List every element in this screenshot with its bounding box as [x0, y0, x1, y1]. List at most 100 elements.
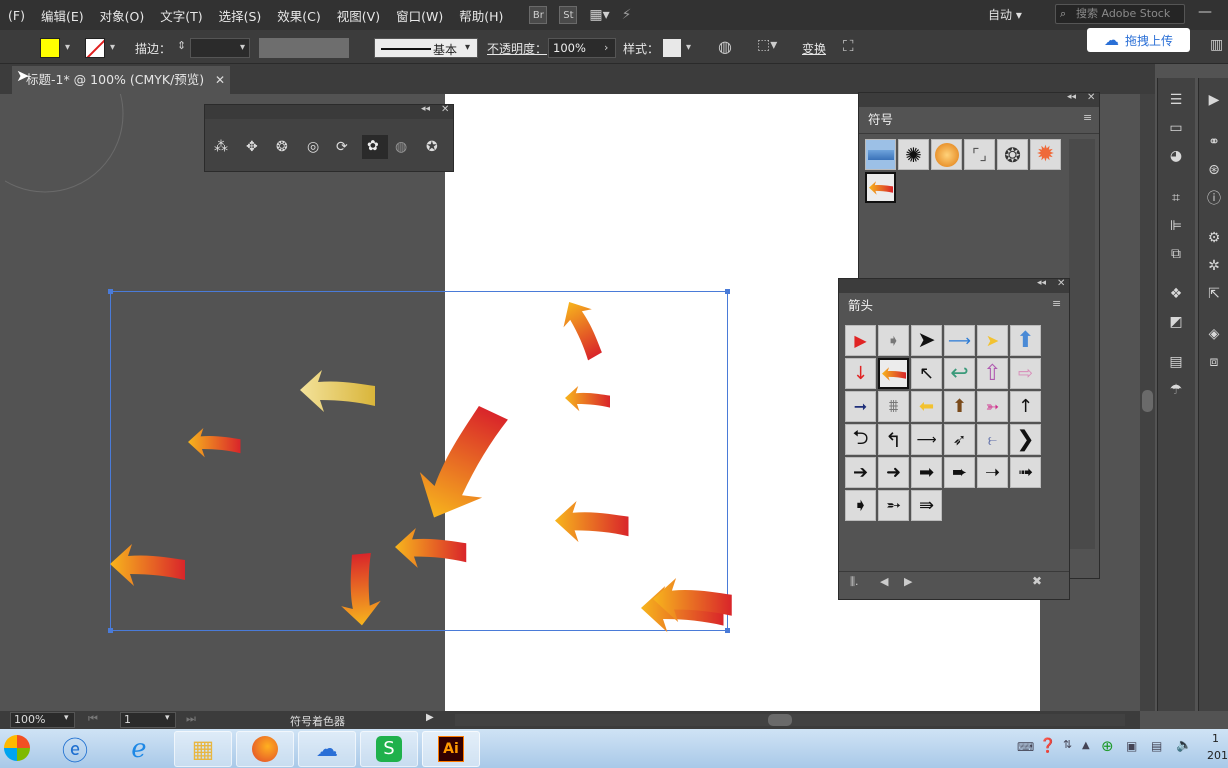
symbol-frame[interactable]: ⌜⌟ [964, 139, 995, 170]
taskbar-wps[interactable]: S [360, 731, 418, 767]
arrow-weathervane[interactable]: ➶ [944, 424, 975, 455]
fill-color-swatch[interactable] [40, 38, 60, 58]
arrow-curved-up[interactable]: ↑ [1010, 391, 1041, 422]
appearance-icon[interactable]: ◕ [1166, 146, 1186, 166]
arrow-black-pointer[interactable]: ➤ [911, 325, 942, 356]
layers-panel-icon[interactable]: ▤ [1166, 352, 1186, 372]
gradient-icon[interactable]: ◩ [1166, 312, 1186, 332]
puppet-icon[interactable]: ☂ [1166, 380, 1186, 400]
cc-libraries-icon[interactable]: ⊛ [1204, 160, 1224, 180]
close-panel-icon[interactable]: ✕ [1057, 278, 1065, 289]
arrow-green-hook[interactable]: ↩ [944, 358, 975, 389]
variable-width-profile[interactable] [259, 38, 349, 58]
usb-icon[interactable]: ▣ [1126, 739, 1137, 753]
arrow-thin-line[interactable]: ⟶ [911, 424, 942, 455]
collapse-icon[interactable]: ◂◂ [1037, 278, 1046, 288]
arrow-black-4[interactable]: ➨ [944, 457, 975, 488]
symbol-styler-icon[interactable]: ✪ [426, 139, 438, 155]
arrow-gray-3d[interactable]: ➧ [878, 325, 909, 356]
taskbar-ie-alt[interactable]: ⓔ [46, 731, 104, 767]
symbol-sprayer-icon[interactable]: ⁂ [214, 139, 228, 155]
gpu-performance-icon[interactable]: ⚡ [622, 7, 632, 23]
arrow-blue-up[interactable]: ⬆ [1010, 325, 1041, 356]
keyboard-icon[interactable]: ⌨ [1017, 740, 1034, 754]
scroll-thumb[interactable] [768, 714, 792, 726]
stroke-color-swatch[interactable] [85, 38, 105, 58]
security-icon[interactable]: ⊕ [1101, 737, 1114, 755]
stroke-dropdown-icon[interactable]: ▾ [110, 42, 115, 53]
document-tab[interactable]: 标题-1* @ 100% (CMYK/预览) ✕ [12, 66, 230, 94]
stroke-stepper-icon[interactable]: ⇕ [177, 39, 186, 52]
delete-icon[interactable]: ✖ [1032, 574, 1042, 588]
arrow-black-9[interactable]: ⇛ [911, 490, 942, 521]
transform-icon[interactable]: ⌗ [1166, 188, 1186, 208]
first-artboard-icon[interactable]: ⏮ [88, 712, 98, 726]
symbol-wreath[interactable]: ❂ [997, 139, 1028, 170]
arrow-black-8[interactable]: ➵ [878, 490, 909, 521]
graphic-styles-icon[interactable]: ❖ [1166, 284, 1186, 304]
vertical-scrollbar[interactable] [1140, 94, 1155, 711]
zoom-field[interactable]: 100% ▾ [10, 712, 75, 728]
taskbar-illustrator[interactable]: Ai [422, 731, 480, 767]
minimize-icon[interactable]: — [1198, 4, 1212, 20]
arrow-multicolor[interactable]: ➳ [977, 391, 1008, 422]
clock-time[interactable]: 1 [1212, 732, 1219, 745]
pathfinder-icon[interactable]: ⧉ [1166, 244, 1186, 264]
links-icon[interactable]: ⚭ [1204, 132, 1224, 152]
arrow-black-6[interactable]: ➟ [1010, 457, 1041, 488]
arrow-black-1[interactable]: ➔ [845, 457, 876, 488]
arrow-brown-house[interactable]: ⬆ [944, 391, 975, 422]
fill-dropdown-icon[interactable]: ▾ [65, 42, 70, 53]
clock-date[interactable]: 201 [1207, 749, 1228, 762]
transform-link[interactable]: 变换 [802, 40, 826, 57]
menu-edit[interactable]: 编辑(E) [33, 6, 92, 25]
menu-view[interactable]: 视图(V) [329, 6, 388, 25]
arrow-stack[interactable]: ⩩ [878, 391, 909, 422]
symbols-tab[interactable]: 符号 [859, 107, 903, 133]
menu-window[interactable]: 窗口(W) [388, 6, 451, 25]
opacity-label[interactable]: 不透明度： [487, 40, 547, 57]
upload-button[interactable]: ☁ 拖拽上传 [1087, 28, 1190, 52]
menu-file[interactable]: (F) [0, 8, 33, 23]
status-menu-icon[interactable]: ▶ [426, 712, 434, 723]
workspace-switcher[interactable]: 自动 ▾ [988, 6, 1022, 23]
symbol-shifter-icon[interactable]: ✥ [246, 139, 258, 155]
stroke-weight-dropdown-icon[interactable]: ▾ [240, 42, 245, 53]
symbol-libraries-menu-icon[interactable]: ⫼. [850, 575, 859, 589]
collapse-icon[interactable]: ◂◂ [1067, 92, 1076, 102]
arrow-yellow-left[interactable]: ⬅ [911, 391, 942, 422]
stock-icon[interactable]: St [559, 6, 578, 24]
artboard-number-field[interactable]: 1 ▾ [120, 712, 176, 728]
taskbar-baidu-netdisk[interactable]: ☁ [298, 731, 356, 767]
scroll-thumb[interactable] [1142, 390, 1153, 412]
symbols-dock-icon[interactable]: ✲ [1204, 256, 1224, 276]
symbol-blue-banner[interactable] [865, 139, 896, 170]
arrow-cursor[interactable]: ↖ [911, 358, 942, 389]
help-icon[interactable]: ❓ [1039, 738, 1056, 754]
close-panel-icon[interactable]: ✕ [1087, 92, 1095, 103]
network-icon[interactable]: ▤ [1151, 739, 1162, 753]
arrow-black-5[interactable]: ➝ [977, 457, 1008, 488]
symbol-spinner-icon[interactable]: ⟳ [336, 139, 348, 155]
panel-menu-icon[interactable]: ≡ [1083, 111, 1092, 124]
arrow-turn-left[interactable]: ↰ [878, 424, 909, 455]
symbol-arrow-selected[interactable] [865, 172, 896, 203]
style-dropdown-icon[interactable]: ▾ [686, 42, 691, 53]
arrow-black-7[interactable]: ➧ [845, 490, 876, 521]
scrollbar[interactable] [1069, 139, 1095, 549]
arrow-u-turn[interactable]: ⮌ [845, 424, 876, 455]
recolor-artwork-icon[interactable]: ◍ [718, 37, 732, 56]
arrow-black-2[interactable]: ➜ [878, 457, 909, 488]
menu-help[interactable]: 帮助(H) [451, 6, 511, 25]
close-tab-icon[interactable]: ✕ [215, 66, 225, 94]
horizontal-scrollbar[interactable] [455, 714, 1125, 726]
symbol-sizer-icon[interactable]: ◎ [307, 139, 319, 155]
symbol-scruncher-icon[interactable]: ❂ [276, 139, 288, 155]
symbol-ink-splatter[interactable]: ✺ [898, 139, 929, 170]
arrows-panel-header[interactable]: ◂◂ ✕ [839, 278, 1069, 293]
align-panel-icon[interactable]: ⊫ [1166, 216, 1186, 236]
show-hidden-icons[interactable]: ▲ [1082, 740, 1090, 751]
panel-header[interactable]: ◂◂ ✕ [205, 104, 453, 119]
start-button[interactable] [0, 733, 36, 765]
close-panel-icon[interactable]: ✕ [441, 104, 449, 115]
